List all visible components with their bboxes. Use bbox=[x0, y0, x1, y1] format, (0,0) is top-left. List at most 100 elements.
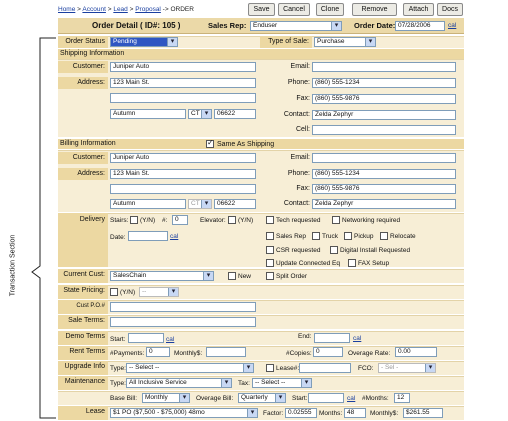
breadcrumb-account[interactable]: Account bbox=[82, 6, 106, 13]
bill-fax-input[interactable]: (860) 555-9876 bbox=[312, 184, 456, 194]
upgrade-lease-checkbox[interactable] bbox=[266, 364, 274, 372]
order-date-cal-link[interactable]: cal bbox=[448, 22, 456, 29]
lease-months-input[interactable]: 48 bbox=[344, 408, 366, 418]
maintenance-start-input[interactable] bbox=[308, 393, 344, 403]
fax-setup-checkbox[interactable] bbox=[348, 259, 356, 267]
ship-address1-input[interactable]: 123 Main St. bbox=[110, 78, 256, 88]
ship-contact-label: Contact: bbox=[283, 111, 310, 118]
tech-requested-checkbox[interactable] bbox=[266, 216, 274, 224]
upgrade-lease-label: Lease#: bbox=[276, 365, 300, 372]
split-order-label: Split Order bbox=[276, 273, 308, 280]
sales-rep-checkbox[interactable] bbox=[266, 232, 274, 240]
maintenance-start-cal-link[interactable]: cal bbox=[347, 395, 355, 402]
current-cust-select[interactable]: SalesChain bbox=[110, 271, 214, 281]
csr-requested-checkbox[interactable] bbox=[266, 246, 274, 254]
transaction-section-label: Transaction Section bbox=[9, 234, 17, 297]
ship-email-input[interactable] bbox=[312, 62, 456, 72]
relocate-checkbox[interactable] bbox=[380, 232, 388, 240]
maintenance-months-input[interactable]: 12 bbox=[394, 393, 410, 403]
digital-install-checkbox[interactable] bbox=[330, 246, 338, 254]
demo-start-input[interactable] bbox=[128, 333, 164, 343]
split-order-checkbox[interactable] bbox=[266, 272, 274, 280]
bill-zip-input[interactable]: 06622 bbox=[214, 199, 256, 209]
docs-button[interactable]: Docs bbox=[437, 3, 463, 16]
demo-end-cal-link[interactable]: cal bbox=[353, 335, 361, 342]
stairs-checkbox[interactable] bbox=[130, 216, 138, 224]
attach-button[interactable]: Attach bbox=[403, 3, 434, 16]
ship-contact-input[interactable]: Zelda Zephyr bbox=[312, 110, 456, 120]
sales-rep-label: Sales Rep: bbox=[208, 21, 247, 30]
update-connected-label: Update Connected Eq bbox=[276, 260, 340, 267]
bill-phone-input[interactable]: (860) 555-1234 bbox=[312, 169, 456, 179]
ship-fax-input[interactable]: (860) 555-9876 bbox=[312, 94, 456, 104]
breadcrumb-home[interactable]: Home bbox=[58, 6, 75, 13]
bill-contact-label: Contact: bbox=[283, 200, 310, 207]
ship-address2-input[interactable] bbox=[110, 93, 256, 103]
tech-requested-label: Tech requested bbox=[276, 217, 321, 224]
demo-end-label: End: bbox=[298, 333, 312, 340]
maintenance-type-select[interactable]: All Inclusive Service bbox=[126, 378, 232, 388]
breadcrumb-lead[interactable]: Lead bbox=[113, 6, 127, 13]
clone-button[interactable]: Clone bbox=[316, 3, 344, 16]
ship-phone-input[interactable]: (860) 555-1234 bbox=[312, 78, 456, 88]
sale-terms-label: Sale Terms: bbox=[58, 315, 108, 329]
base-bill-select[interactable]: Monthly bbox=[142, 393, 190, 403]
rent-overage-input[interactable]: 0.00 bbox=[395, 347, 437, 357]
sales-rep-select[interactable]: Enduser bbox=[250, 21, 342, 31]
bill-customer-input[interactable]: Juniper Auto bbox=[110, 153, 256, 163]
save-button[interactable]: Save bbox=[248, 3, 275, 16]
state-pricing-checkbox[interactable] bbox=[110, 288, 118, 296]
sale-terms-input[interactable] bbox=[110, 317, 256, 327]
bill-address-label: Address: bbox=[58, 168, 108, 180]
cancel-button[interactable]: Cancel bbox=[278, 3, 310, 16]
ship-state-select[interactable]: CT bbox=[188, 109, 212, 119]
bill-contact-input[interactable]: Zelda Zephyr bbox=[312, 199, 456, 209]
maintenance-tax-select[interactable]: -- Select -- bbox=[252, 378, 312, 388]
update-connected-checkbox[interactable] bbox=[266, 259, 274, 267]
remove-button[interactable]: Remove bbox=[352, 3, 397, 16]
delivery-date-cal-link[interactable]: cal bbox=[170, 233, 178, 240]
upgrade-type-select[interactable]: -- Select -- bbox=[126, 363, 254, 373]
ship-zip-input[interactable]: 06622 bbox=[214, 109, 256, 119]
same-as-shipping-checkbox[interactable] bbox=[206, 138, 214, 148]
cust-po-input[interactable] bbox=[110, 302, 256, 312]
new-cust-checkbox[interactable] bbox=[228, 272, 236, 280]
order-date-input[interactable]: 07/28/2006 bbox=[395, 21, 445, 31]
type-of-sale-select[interactable]: Purchase bbox=[314, 37, 376, 47]
ship-customer-input[interactable]: Juniper Auto bbox=[110, 62, 256, 72]
bill-phone-label: Phone: bbox=[287, 170, 310, 177]
ship-city-input[interactable]: Autumn bbox=[110, 109, 186, 119]
demo-start-cal-link[interactable]: cal bbox=[166, 336, 174, 343]
rent-copies-input[interactable]: 0 bbox=[313, 347, 343, 357]
bill-city-input[interactable]: Autumn bbox=[110, 199, 186, 209]
delivery-date-input[interactable] bbox=[128, 231, 168, 241]
digital-install-label: Digital Install Requested bbox=[340, 247, 411, 254]
rent-monthly-input[interactable] bbox=[206, 347, 246, 357]
order-status-select[interactable]: Pending bbox=[110, 37, 178, 47]
state-pricing-select[interactable]: -- bbox=[139, 287, 179, 297]
bill-email-label: Email: bbox=[290, 154, 310, 161]
rent-payments-input[interactable]: 0 bbox=[146, 347, 170, 357]
networking-required-checkbox[interactable] bbox=[332, 216, 340, 224]
upgrade-lease-input[interactable] bbox=[299, 363, 351, 373]
type-of-sale-label: Type of Sale: bbox=[260, 36, 312, 48]
pickup-checkbox[interactable] bbox=[344, 232, 352, 240]
maintenance-start-label: Start: bbox=[292, 395, 308, 402]
bill-address2-input[interactable] bbox=[110, 184, 256, 194]
bill-email-input[interactable] bbox=[312, 153, 456, 163]
rent-copies-label: #Copies: bbox=[286, 350, 312, 357]
bill-address1-input[interactable]: 123 Main St. bbox=[110, 169, 256, 179]
csr-requested-label: CSR requested bbox=[276, 247, 321, 254]
lease-monthly-input[interactable]: $261.55 bbox=[403, 408, 443, 418]
overage-bill-select[interactable]: Quarterly bbox=[238, 393, 286, 403]
lease-select[interactable]: $1 PO ($7,500 - $75,000) 48mo bbox=[110, 408, 258, 418]
upgrade-fco-select[interactable]: - Sel - bbox=[378, 363, 436, 373]
breadcrumb-proposal[interactable]: Proposal bbox=[135, 6, 161, 13]
truck-checkbox[interactable] bbox=[312, 232, 320, 240]
demo-end-input[interactable] bbox=[314, 333, 350, 343]
ship-cell-input[interactable] bbox=[312, 125, 456, 135]
lease-factor-input[interactable]: 0.02555 bbox=[285, 408, 317, 418]
bill-state-select[interactable]: CT bbox=[188, 199, 212, 209]
elevator-checkbox[interactable] bbox=[228, 216, 236, 224]
stairs-count-input[interactable]: 0 bbox=[172, 215, 188, 225]
